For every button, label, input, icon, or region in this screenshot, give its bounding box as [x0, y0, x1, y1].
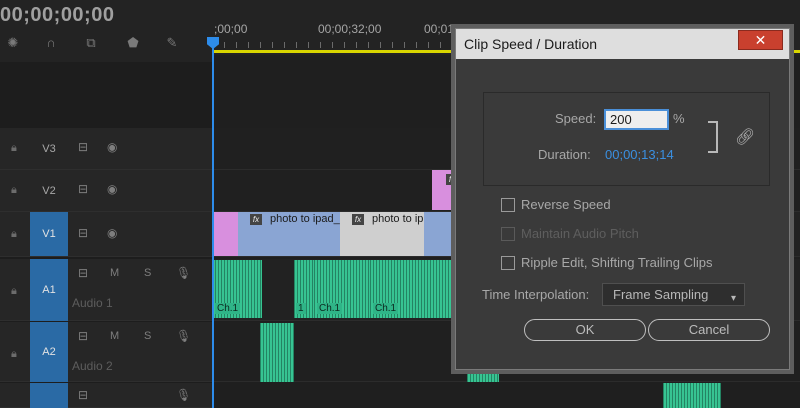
duration-label: Duration: — [538, 147, 591, 162]
ripple-edit-checkbox[interactable] — [501, 256, 515, 270]
maintain-pitch-label: Maintain Audio Pitch — [521, 226, 639, 241]
microphone-icon[interactable]: 🎙︎ — [176, 329, 191, 343]
audio-clip[interactable] — [418, 260, 456, 318]
video-clip[interactable] — [212, 212, 238, 256]
audio-clip[interactable] — [663, 383, 721, 408]
track-header-a1: 🔒︎ A1 ⊟ M S 🎙︎ Audio 1 — [0, 259, 212, 321]
clip-speed-dialog: Clip Speed / Duration ✕ Speed: 200 % Dur… — [455, 28, 790, 370]
track-name-a1[interactable]: A1 — [30, 259, 68, 321]
eye-icon[interactable]: ◉ — [107, 182, 117, 196]
track-header-a2: 🔒︎ A2 ⊟ M S 🎙︎ Audio 2 — [0, 322, 212, 382]
timecode-display[interactable]: 00;00;00;00 — [0, 4, 114, 27]
video-clip[interactable] — [424, 212, 456, 256]
solo-button[interactable]: S — [144, 330, 151, 342]
microphone-icon[interactable]: 🎙︎ — [176, 388, 191, 402]
playhead-line[interactable] — [212, 38, 214, 408]
eye-icon[interactable]: ◉ — [107, 140, 117, 154]
reverse-speed-checkbox[interactable] — [501, 198, 515, 212]
dialog-titlebar[interactable]: Clip Speed / Duration ✕ — [456, 29, 789, 59]
maintain-pitch-checkbox — [501, 227, 515, 241]
track-name-v1[interactable]: V1 — [30, 212, 68, 256]
filmstrip-icon[interactable]: ⊟ — [78, 182, 88, 196]
filmstrip-icon[interactable]: ⊟ — [78, 329, 88, 343]
track-name-a3[interactable] — [30, 383, 68, 408]
lock-icon[interactable]: 🔒︎ — [11, 184, 23, 196]
filmstrip-icon[interactable]: ⊟ — [78, 266, 88, 280]
channel-label: Ch.1 — [215, 303, 241, 314]
ok-button[interactable]: OK — [524, 319, 646, 341]
audio-clip[interactable]: Ch.1 — [212, 260, 262, 318]
interpolation-label: Time Interpolation: — [482, 287, 590, 302]
channel-label: Ch.1 — [317, 303, 343, 314]
interpolation-value: Frame Sampling — [613, 287, 709, 302]
interpolation-select[interactable]: Frame Sampling ▾ — [602, 283, 745, 306]
link-icon[interactable]: 🔗︎ — [735, 127, 755, 147]
mute-button[interactable]: M — [110, 267, 119, 279]
cancel-button[interactable]: Cancel — [648, 319, 770, 341]
lock-icon[interactable]: 🔒︎ — [11, 228, 23, 240]
audio-clip[interactable]: Ch.1 — [314, 260, 370, 318]
speed-label: Speed: — [555, 111, 597, 126]
clip-title: photo to ipad_ — [270, 213, 340, 225]
percent-label: % — [673, 111, 685, 126]
snap-icon[interactable]: ✺ — [4, 34, 22, 52]
track-name-v2[interactable]: V2 — [30, 182, 68, 200]
filmstrip-icon[interactable]: ⊟ — [78, 226, 88, 240]
link-bracket — [708, 121, 718, 153]
speed-input[interactable]: 200 — [604, 109, 669, 130]
audio-clip[interactable] — [260, 323, 294, 382]
audio-clip[interactable]: Ch.1 — [370, 260, 418, 318]
track-header-a3: ⊟ 🎙︎ — [0, 383, 212, 408]
track-header-v2: 🔒︎ V2 ⊟ ◉ — [0, 170, 212, 212]
duration-value[interactable]: 00;00;13;14 — [605, 147, 674, 162]
ruler-tick-label: 00;00;32;00 — [318, 22, 382, 36]
video-clip[interactable]: fx photo to ipad_ — [238, 212, 340, 256]
audio-clip[interactable]: 1 — [294, 260, 314, 318]
video-clip[interactable]: fx photo to ip — [340, 212, 424, 256]
chevron-down-icon: ▾ — [731, 293, 737, 304]
filmstrip-icon[interactable]: ⊟ — [78, 140, 88, 154]
lock-icon[interactable]: 🔒︎ — [11, 142, 23, 154]
ripple-edit-label[interactable]: Ripple Edit, Shifting Trailing Clips — [521, 255, 712, 270]
track-label-a1: Audio 1 — [72, 296, 113, 310]
lock-icon[interactable]: 🔒︎ — [11, 348, 23, 360]
track-name-v3[interactable]: V3 — [30, 140, 68, 158]
filmstrip-icon[interactable]: ⊟ — [78, 388, 88, 402]
speed-group — [483, 92, 770, 186]
track-header-v3: 🔒︎ V3 ⊟ ◉ — [0, 128, 212, 170]
solo-button[interactable]: S — [144, 267, 151, 279]
channel-label: Ch.1 — [373, 303, 399, 314]
magnet-icon[interactable]: ∩ — [42, 34, 60, 52]
reverse-speed-label[interactable]: Reverse Speed — [521, 197, 611, 212]
fx-badge: fx — [352, 214, 364, 225]
clip-title: photo to ip — [372, 213, 424, 225]
track-header-v1: 🔒︎ V1 ⊟ ◉ — [0, 212, 212, 257]
microphone-icon[interactable]: 🎙︎ — [176, 266, 191, 280]
track-label-a2: Audio 2 — [72, 359, 113, 373]
close-button[interactable]: ✕ — [738, 30, 783, 50]
track-name-a2[interactable]: A2 — [30, 322, 68, 382]
wrench-icon[interactable]: ✎ — [163, 34, 181, 52]
mute-button[interactable]: M — [110, 330, 119, 342]
channel-label: 1 — [296, 303, 306, 314]
lock-icon[interactable]: 🔒︎ — [11, 285, 23, 297]
fx-badge: fx — [250, 214, 262, 225]
linked-selection-icon[interactable]: ⧉ — [82, 34, 100, 52]
ruler-tick-label: ;00;00 — [214, 22, 248, 36]
eye-icon[interactable]: ◉ — [107, 226, 117, 240]
dialog-title: Clip Speed / Duration — [464, 36, 598, 52]
marker-icon[interactable]: ⬟ — [124, 34, 142, 52]
